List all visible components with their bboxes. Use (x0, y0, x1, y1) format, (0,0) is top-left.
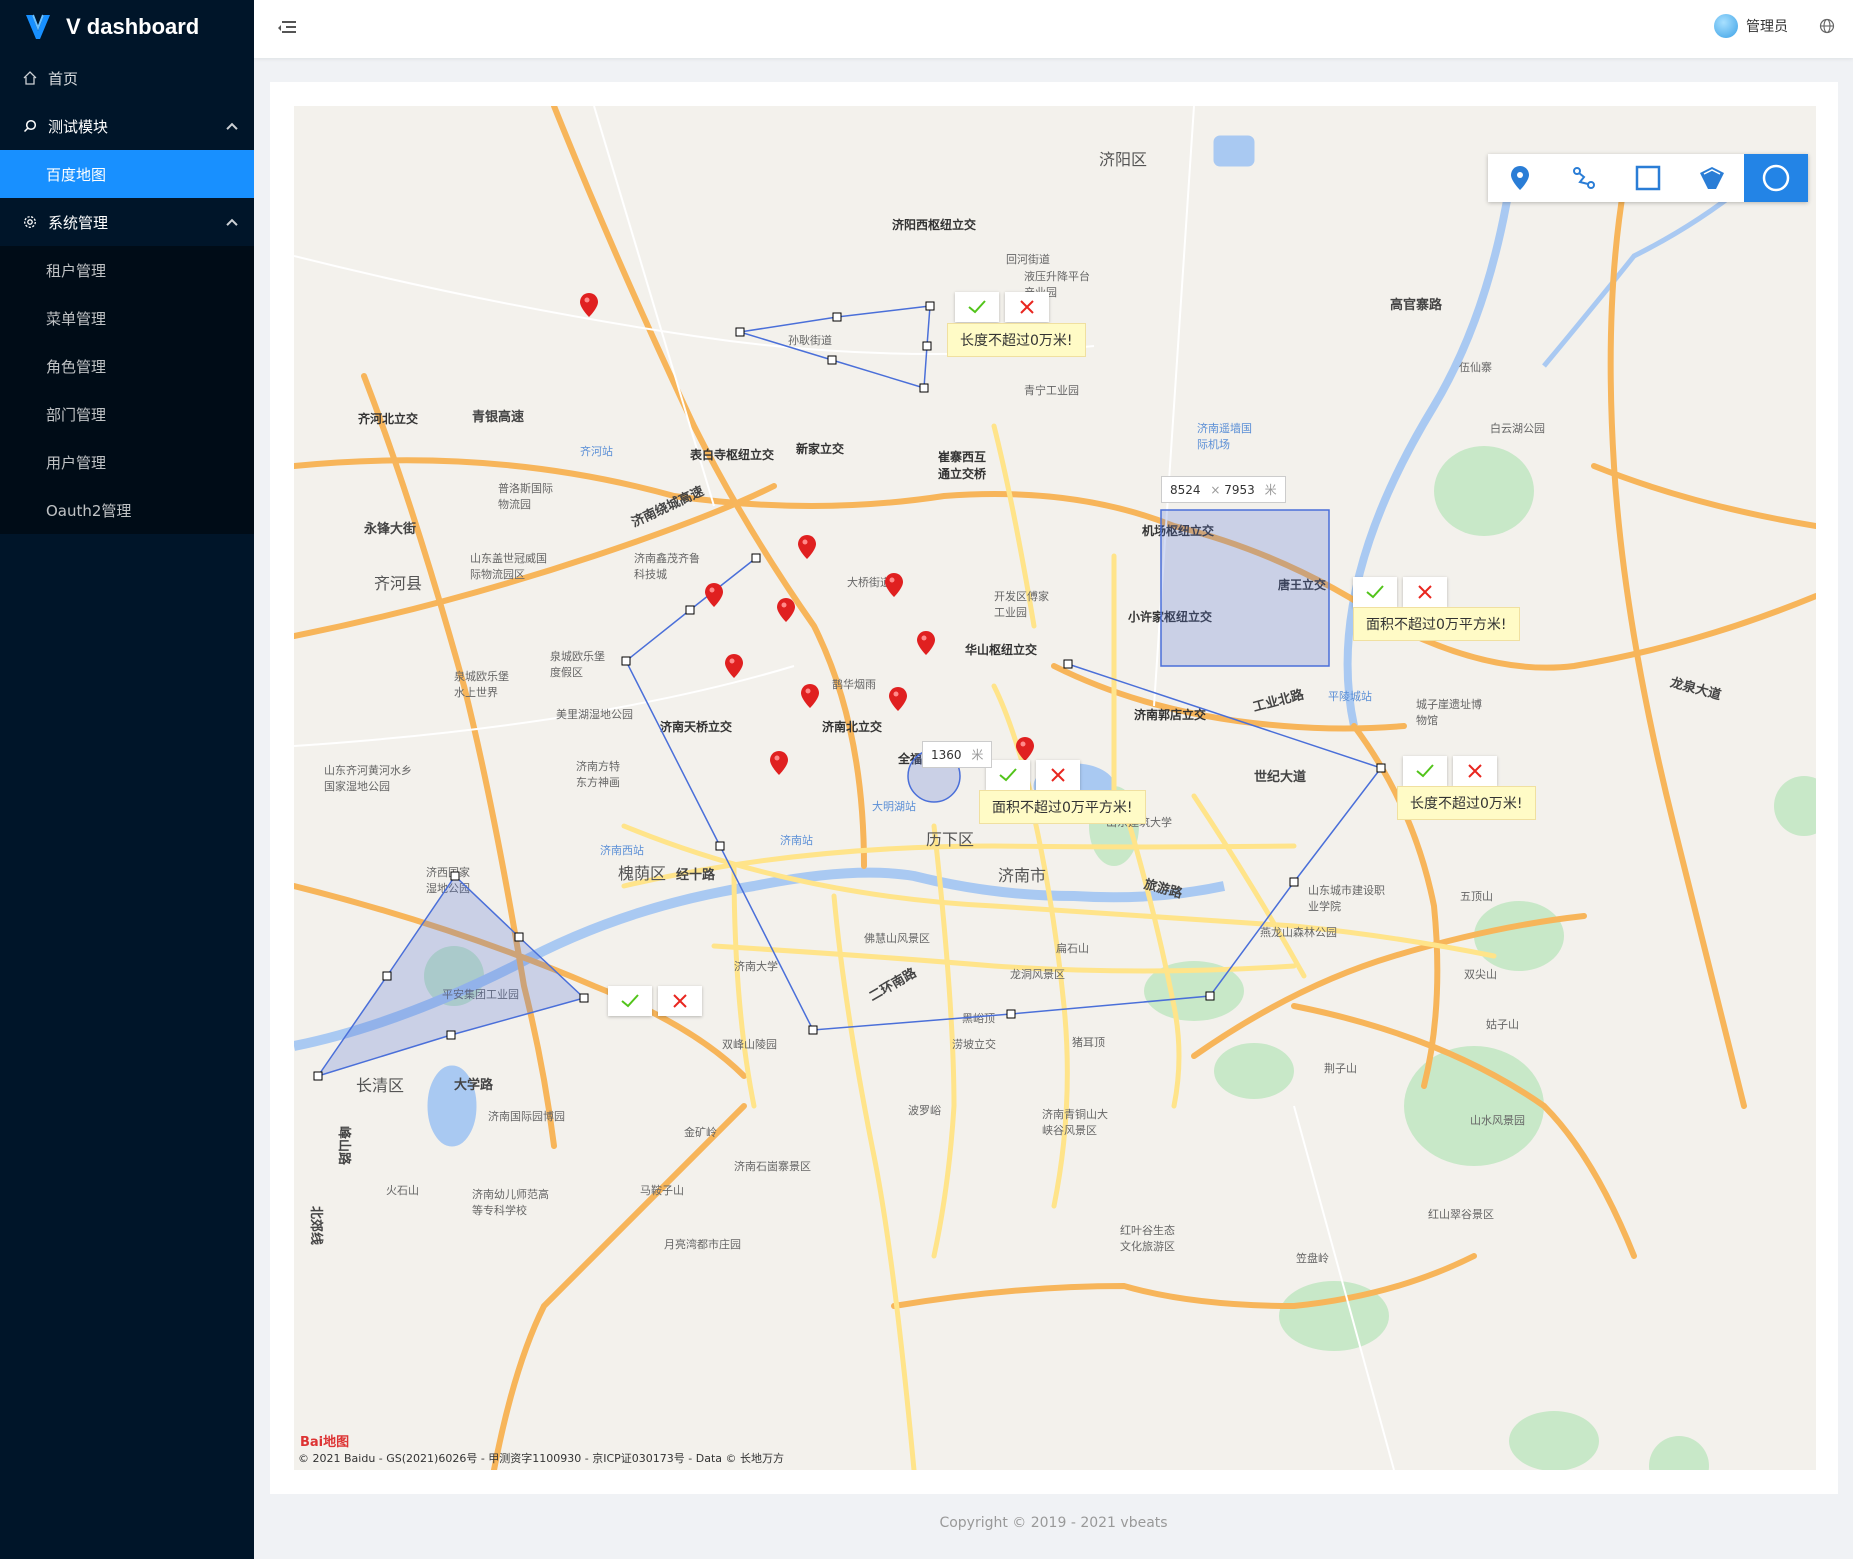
menu-fold-icon[interactable] (278, 20, 296, 36)
confirm-button[interactable] (1403, 756, 1447, 786)
map-marker-icon[interactable] (724, 653, 744, 679)
close-icon (1418, 585, 1432, 599)
map-marker-icon[interactable] (800, 683, 820, 709)
menu-item-dept[interactable]: 部门管理 (0, 390, 254, 438)
tool-circle[interactable] (1744, 154, 1808, 202)
map-marker-icon[interactable] (579, 292, 599, 318)
rectangle-icon (1635, 165, 1661, 191)
cancel-button[interactable] (1036, 760, 1080, 790)
search-icon (22, 118, 38, 134)
user-menu[interactable]: 管理员 (1714, 14, 1788, 38)
menu-item-user[interactable]: 用户管理 (0, 438, 254, 486)
tool-rectangle[interactable] (1616, 154, 1680, 202)
map-marker-icon[interactable] (704, 582, 724, 608)
rect-height: 7953 (1224, 483, 1255, 497)
size-unit: 米 (1264, 483, 1277, 497)
chevron-up-icon (226, 122, 238, 135)
tool-polygon[interactable] (1680, 154, 1744, 202)
marker-icon (1511, 166, 1529, 190)
menu-label-test-module: 测试模块 (48, 117, 109, 136)
close-icon (1020, 300, 1034, 314)
menu-item-menu[interactable]: 菜单管理 (0, 294, 254, 342)
close-icon (673, 994, 687, 1008)
footer: Copyright © 2019 - 2021 vbeats (939, 1515, 1168, 1531)
cancel-button[interactable] (1403, 577, 1447, 607)
cancel-button[interactable] (658, 986, 702, 1016)
confirm-group (986, 760, 1080, 790)
confirm-group (1403, 756, 1497, 786)
home-icon (22, 70, 38, 86)
menu-item-role[interactable]: 角色管理 (0, 342, 254, 390)
tool-polyline[interactable] (1552, 154, 1616, 202)
app-title: V dashboard (66, 14, 200, 39)
check-icon (1366, 585, 1384, 599)
logo-icon (26, 14, 50, 39)
menu-item-tenant[interactable]: 租户管理 (0, 246, 254, 294)
confirm-button[interactable] (955, 292, 999, 322)
submenu-test-module: 百度地图 (0, 150, 254, 198)
tip-length-2: 长度不超过0万米! (1397, 786, 1536, 820)
cancel-button[interactable] (1453, 756, 1497, 786)
baidu-map-logo: Bai地图 (300, 1435, 350, 1450)
content-card: 济阳区 济阳西枢纽立交 回河街道 液压升降平台产业园 青宁工业园 济南遥墙国际机… (270, 82, 1838, 1494)
baidu-map[interactable]: 济阳区 济阳西枢纽立交 回河街道 液压升降平台产业园 青宁工业园 济南遥墙国际机… (294, 106, 1816, 1470)
check-icon (999, 768, 1017, 782)
map-marker-icon[interactable] (1015, 736, 1035, 762)
drawing-toolbar (1488, 154, 1808, 202)
tool-marker[interactable] (1488, 154, 1552, 202)
chevron-up-icon (226, 218, 238, 231)
check-icon (968, 300, 986, 314)
size-separator: × (1210, 483, 1221, 497)
globe-icon[interactable] (1819, 18, 1835, 34)
user-name: 管理员 (1746, 19, 1788, 35)
tip-area-circle: 面积不超过0万平方米! (979, 790, 1146, 824)
logo[interactable]: V dashboard (0, 0, 254, 54)
circle-radius: 1360 (931, 748, 962, 762)
polygon-icon (1700, 167, 1724, 189)
menu-item-home[interactable]: 首页 (0, 54, 254, 102)
cancel-button[interactable] (1005, 292, 1049, 322)
map-marker-icon[interactable] (916, 630, 936, 656)
menu-item-test-module[interactable]: 测试模块 (0, 102, 254, 150)
confirm-group (955, 292, 1049, 322)
rect-width: 8524 (1170, 483, 1201, 497)
confirm-button[interactable] (986, 760, 1030, 790)
map-marker-icon[interactable] (776, 597, 796, 623)
circle-radius-label: 1360 米 (922, 741, 993, 768)
check-icon (621, 994, 639, 1008)
map-attribution: © 2021 Baidu - GS(2021)6026号 - 甲测资字11009… (298, 1452, 785, 1465)
sidebar: V dashboard 首页 测试模块 百度地图 系统管理 租户管理 菜单管理 … (0, 0, 254, 1559)
menu-label-home: 首页 (48, 69, 79, 88)
tip-length-1: 长度不超过0万米! (947, 323, 1086, 357)
rect-size-label: 8524 × 7953 米 (1161, 476, 1286, 503)
gear-icon (22, 214, 38, 230)
side-menu: 首页 测试模块 百度地图 系统管理 租户管理 菜单管理 角色管理 部门管理 用户… (0, 54, 254, 534)
menu-label-system: 系统管理 (48, 213, 109, 232)
submenu-system: 租户管理 菜单管理 角色管理 部门管理 用户管理 Oauth2管理 (0, 246, 254, 534)
header: 管理员 (254, 0, 1853, 58)
confirm-group (608, 986, 702, 1016)
radius-unit: 米 (971, 748, 984, 762)
polyline-icon (1573, 167, 1595, 189)
circle-icon (1762, 164, 1790, 192)
map-marker-icon[interactable] (888, 686, 908, 712)
confirm-button[interactable] (1353, 577, 1397, 607)
map-marker-icon[interactable] (797, 534, 817, 560)
map-marker-icon[interactable] (884, 572, 904, 598)
menu-item-oauth2[interactable]: Oauth2管理 (0, 486, 254, 534)
map-marker-icon[interactable] (769, 750, 789, 776)
close-icon (1468, 764, 1482, 778)
close-icon (1051, 768, 1065, 782)
menu-item-system[interactable]: 系统管理 (0, 198, 254, 246)
menu-item-baidu-map[interactable]: 百度地图 (0, 150, 254, 198)
confirm-group (1353, 577, 1447, 607)
confirm-button[interactable] (608, 986, 652, 1016)
tip-area-rect: 面积不超过0万平方米! (1353, 607, 1520, 641)
avatar (1714, 14, 1738, 38)
check-icon (1416, 764, 1434, 778)
